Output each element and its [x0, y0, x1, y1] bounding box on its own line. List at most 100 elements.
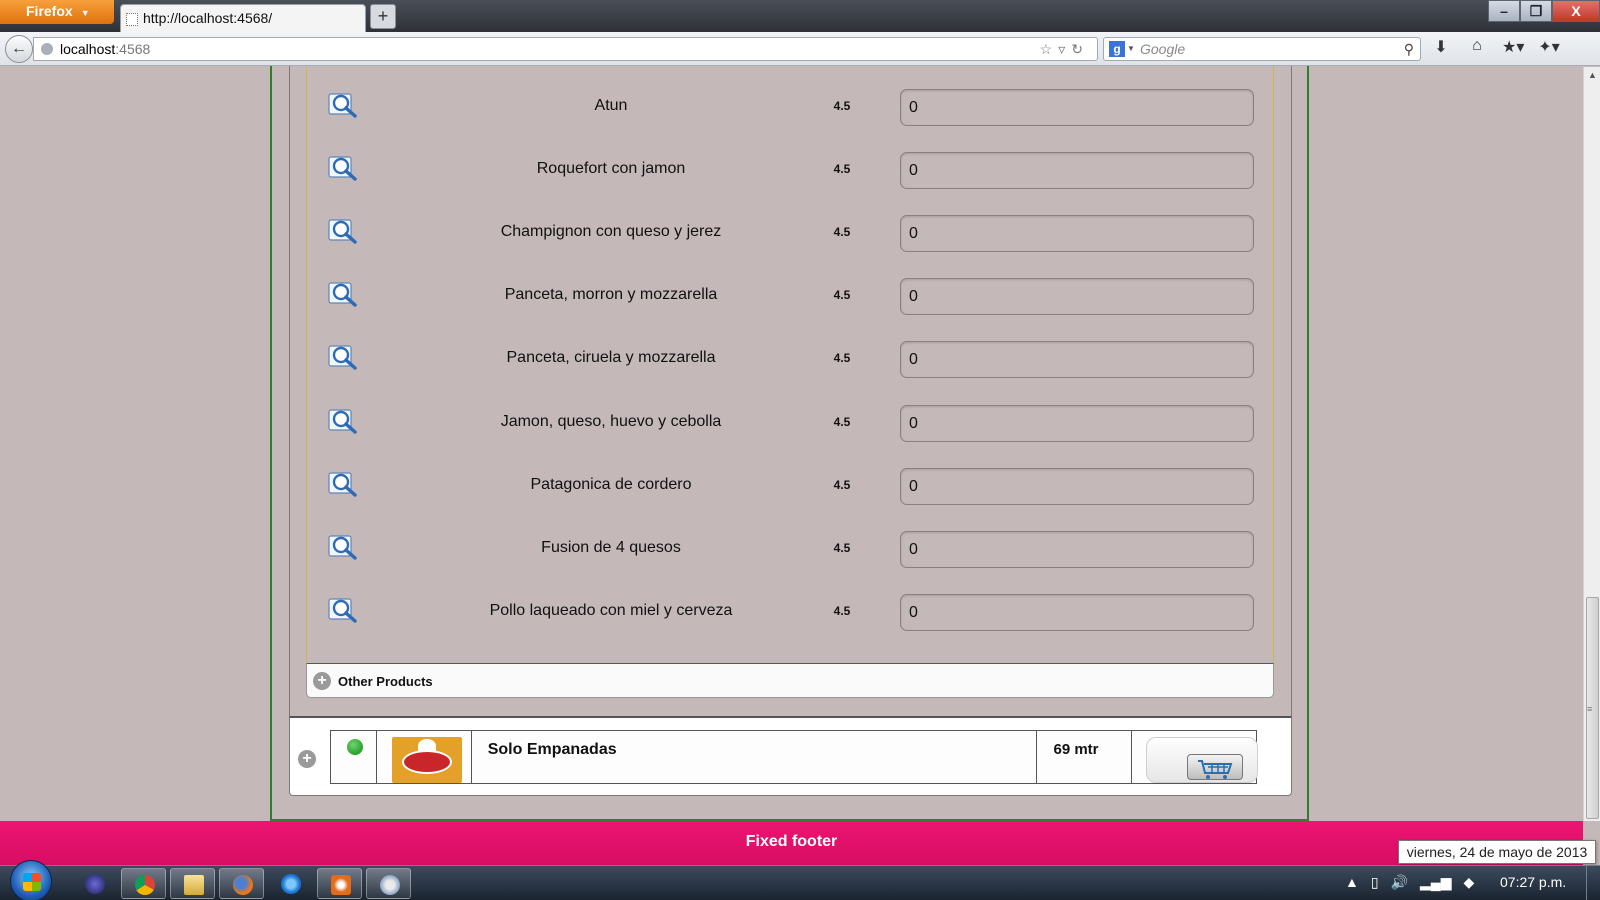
settings-app-icon	[331, 875, 351, 895]
maximize-button[interactable]: ❐	[1520, 0, 1552, 22]
quantity-input[interactable]	[900, 405, 1254, 442]
firefox-icon	[233, 875, 253, 895]
quantity-input[interactable]	[900, 594, 1254, 631]
address-bar[interactable]: localhost:4568 ☆▿↻	[33, 37, 1098, 61]
reload-icon[interactable]: ↻	[1071, 41, 1089, 57]
chrome-icon	[135, 875, 155, 895]
product-price: 4.5	[833, 288, 851, 302]
taskbar-app-explorer[interactable]	[170, 868, 215, 899]
fixed-footer: Fixed footer	[0, 821, 1583, 865]
product-name: Panceta, ciruela y mozzarella	[506, 349, 716, 366]
search-icon[interactable]: ⚲	[1404, 38, 1414, 60]
paint-icon	[380, 875, 400, 895]
history-dropdown-icon[interactable]: ▿	[1058, 41, 1071, 57]
product-row: Jamon, queso, huevo y cebolla 4.5	[306, 387, 1274, 451]
taskbar-app-ie[interactable]	[268, 868, 313, 899]
windows-logo-icon	[23, 873, 41, 891]
quantity-input[interactable]	[900, 278, 1254, 315]
scroll-up-icon[interactable]: ▲	[1588, 70, 1597, 80]
show-hidden-icons-icon[interactable]: ▲	[1345, 874, 1359, 891]
back-arrow-icon: ←	[11, 40, 27, 57]
addon-icon[interactable]: ✦▾	[1538, 37, 1560, 57]
store-section: + Solo Empanadas 69 mtr	[289, 716, 1292, 796]
add-to-cart-button[interactable]	[1146, 737, 1259, 783]
windows-taskbar: ▲ ▯ 🔊 ▂▄▆ ◆ 07:27 p.m.	[0, 860, 1600, 900]
url-port: :4568	[115, 41, 151, 57]
taskbar-app-chrome[interactable]	[121, 868, 166, 899]
new-tab-button[interactable]: +	[370, 4, 396, 29]
product-name: Roquefort con jamon	[536, 160, 686, 177]
vertical-scrollbar[interactable]: ▲ ≡	[1583, 67, 1600, 821]
chevron-down-icon: ▼	[80, 8, 90, 18]
start-button[interactable]	[10, 860, 52, 900]
product-price: 4.5	[833, 604, 851, 618]
status-dot-icon	[347, 739, 363, 755]
tooltip-text: viernes, 24 de mayo de 2013	[1406, 844, 1588, 860]
quantity-input[interactable]	[900, 468, 1254, 505]
quantity-input[interactable]	[900, 341, 1254, 378]
quantity-input[interactable]	[900, 215, 1254, 252]
taskbar-apps	[72, 868, 411, 899]
toolbar-icons: ⬇ ⌂ ★▾ ✦▾	[1430, 37, 1560, 57]
zoom-detail-icon[interactable]	[328, 407, 358, 435]
search-placeholder: Google	[1140, 41, 1186, 57]
taskbar-clock[interactable]: 07:27 p.m.	[1500, 874, 1566, 890]
zoom-detail-icon[interactable]	[328, 217, 358, 245]
taskbar-app-eclipse[interactable]	[72, 868, 117, 899]
product-row: Roquefort con jamon 4.5	[306, 134, 1274, 198]
product-name: Atun	[594, 97, 628, 114]
zoom-detail-icon[interactable]	[328, 91, 358, 119]
quantity-input[interactable]	[900, 531, 1254, 568]
store-logo-cell	[377, 731, 472, 783]
store-name-cell: Solo Empanadas	[472, 731, 1038, 783]
zoom-detail-icon[interactable]	[328, 343, 358, 371]
quantity-input[interactable]	[900, 89, 1254, 126]
engine-dropdown-icon[interactable]: ▼	[1127, 38, 1135, 60]
product-row: Panceta, ciruela y mozzarella 4.5	[306, 323, 1274, 387]
zoom-detail-icon[interactable]	[328, 533, 358, 561]
network-icon[interactable]: ▂▄▆	[1420, 874, 1451, 891]
downloads-icon[interactable]: ⬇	[1430, 37, 1452, 57]
product-row: Champignon con queso y jerez 4.5	[306, 197, 1274, 261]
explorer-icon	[184, 875, 204, 895]
date-tooltip: viernes, 24 de mayo de 2013	[1398, 840, 1596, 864]
minimize-button[interactable]: –	[1488, 0, 1520, 22]
zoom-detail-icon[interactable]	[328, 470, 358, 498]
site-identity-icon[interactable]	[41, 43, 53, 55]
bookmarks-menu-icon[interactable]: ★▾	[1502, 37, 1524, 57]
firefox-menu-button[interactable]: Firefox ▼	[0, 0, 114, 24]
home-icon[interactable]: ⌂	[1466, 37, 1488, 57]
scroll-grip-icon: ≡	[1587, 704, 1593, 714]
back-button[interactable]: ←	[5, 35, 33, 63]
zoom-detail-icon[interactable]	[328, 280, 358, 308]
store-distance-cell: 69 mtr	[1037, 731, 1133, 783]
other-products-toggle[interactable]: + Other Products	[306, 663, 1274, 698]
product-price: 4.5	[833, 225, 851, 239]
dropbox-icon[interactable]: ◆	[1463, 874, 1474, 891]
google-engine-icon[interactable]: g	[1109, 41, 1125, 57]
system-tray: ▲ ▯ 🔊 ▂▄▆ ◆	[1345, 874, 1474, 891]
product-price: 4.5	[833, 351, 851, 365]
taskbar-app-firefox[interactable]	[219, 868, 264, 899]
product-name: Patagonica de cordero	[530, 476, 692, 493]
show-desktop-button[interactable]	[1586, 866, 1600, 900]
store-row[interactable]: Solo Empanadas 69 mtr	[330, 730, 1259, 784]
search-bar[interactable]: g ▼ Google ⚲	[1103, 37, 1421, 61]
zoom-detail-icon[interactable]	[328, 596, 358, 624]
expand-store-icon[interactable]: +	[298, 750, 316, 768]
power-icon[interactable]: ▯	[1371, 874, 1379, 891]
product-row: Atun 4.5	[306, 71, 1274, 135]
taskbar-app-settings[interactable]	[317, 868, 362, 899]
product-name: Champignon con queso y jerez	[500, 223, 722, 240]
store-cart-cell	[1132, 731, 1259, 783]
taskbar-app-paint[interactable]	[366, 868, 411, 899]
quantity-input[interactable]	[900, 152, 1254, 189]
volume-icon[interactable]: 🔊	[1391, 874, 1408, 891]
store-name: Solo Empanadas	[487, 741, 617, 758]
zoom-detail-icon[interactable]	[328, 154, 358, 182]
browser-tab[interactable]: http://localhost:4568/	[120, 4, 366, 32]
product-name: Pollo laqueado con miel y cerveza	[489, 602, 733, 619]
close-button[interactable]: X	[1552, 0, 1600, 22]
shopping-cart-icon	[1198, 760, 1233, 779]
bookmark-star-icon[interactable]: ☆	[1040, 41, 1059, 57]
